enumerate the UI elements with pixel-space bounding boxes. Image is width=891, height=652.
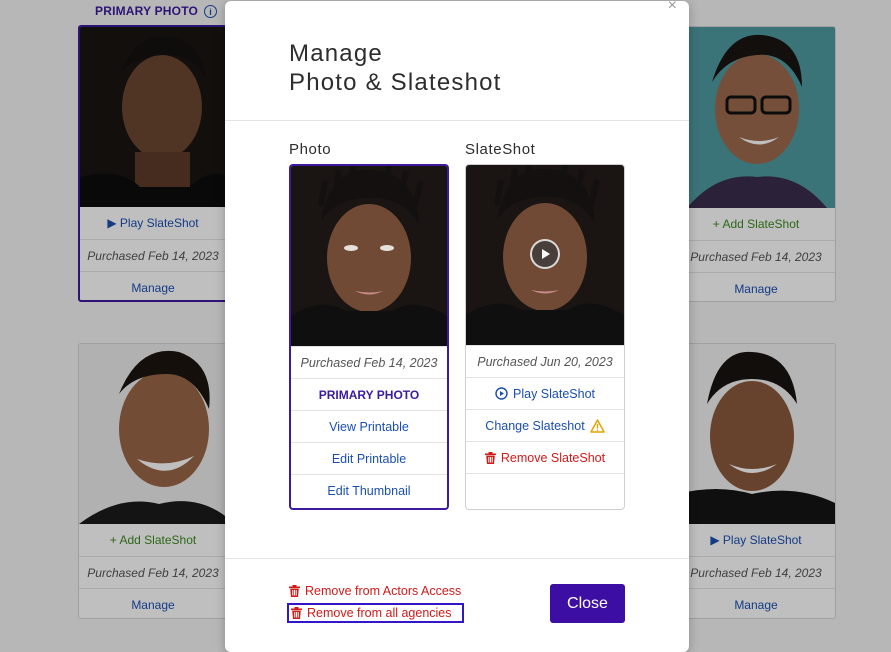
modal-title: Manage Photo & Slateshot [289,39,502,97]
remove-from-actors-access-link[interactable]: Remove from Actors Access [289,584,461,598]
play-slateshot-label: Play SlateShot [513,386,595,401]
footer-divider [225,558,689,559]
photo-image [291,166,447,346]
view-printable-link[interactable]: View Printable [291,410,447,442]
play-circle-icon [495,387,508,400]
trash-icon [289,585,300,597]
photo-purchase-date: Purchased Feb 14, 2023 [291,346,447,378]
slateshot-column-heading: SlateShot [465,141,536,158]
photo-column-heading: Photo [289,141,332,158]
change-slateshot-label: Change Slateshot [485,418,585,433]
slateshot-purchase-date: Purchased Jun 20, 2023 [466,345,624,377]
photo-pane: Purchased Feb 14, 2023 PRIMARY PHOTO Vie… [289,164,449,510]
remove-from-all-agencies-link[interactable]: Remove from all agencies [287,603,464,623]
play-icon[interactable] [530,239,560,269]
warning-icon [589,418,605,433]
modal-title-line-2: Photo & Slateshot [289,69,502,96]
remove-from-actors-access-label: Remove from Actors Access [305,584,462,598]
edit-printable-link[interactable]: Edit Printable [291,442,447,474]
primary-photo-status: PRIMARY PHOTO [291,378,447,410]
header-divider [225,120,689,121]
trash-icon [291,607,302,619]
slateshot-image[interactable] [466,165,624,345]
play-slateshot-button[interactable]: Play SlateShot [466,377,624,409]
close-icon[interactable]: × [668,0,677,15]
slateshot-empty-row [466,473,624,505]
remove-slateshot-button[interactable]: Remove SlateShot [466,441,624,473]
slateshot-pane: Purchased Jun 20, 2023 Play SlateShot Ch… [465,164,625,510]
close-button[interactable]: Close [550,584,625,623]
modal-title-line-1: Manage [289,40,383,67]
remove-slateshot-label: Remove SlateShot [500,450,606,465]
manage-photo-modal: × Manage Photo & Slateshot Photo SlateSh… [225,0,689,652]
edit-thumbnail-link[interactable]: Edit Thumbnail [291,474,447,506]
change-slateshot-button[interactable]: Change Slateshot [466,409,624,441]
trash-icon [484,451,496,464]
remove-from-all-agencies-label: Remove from all agencies [307,606,452,620]
